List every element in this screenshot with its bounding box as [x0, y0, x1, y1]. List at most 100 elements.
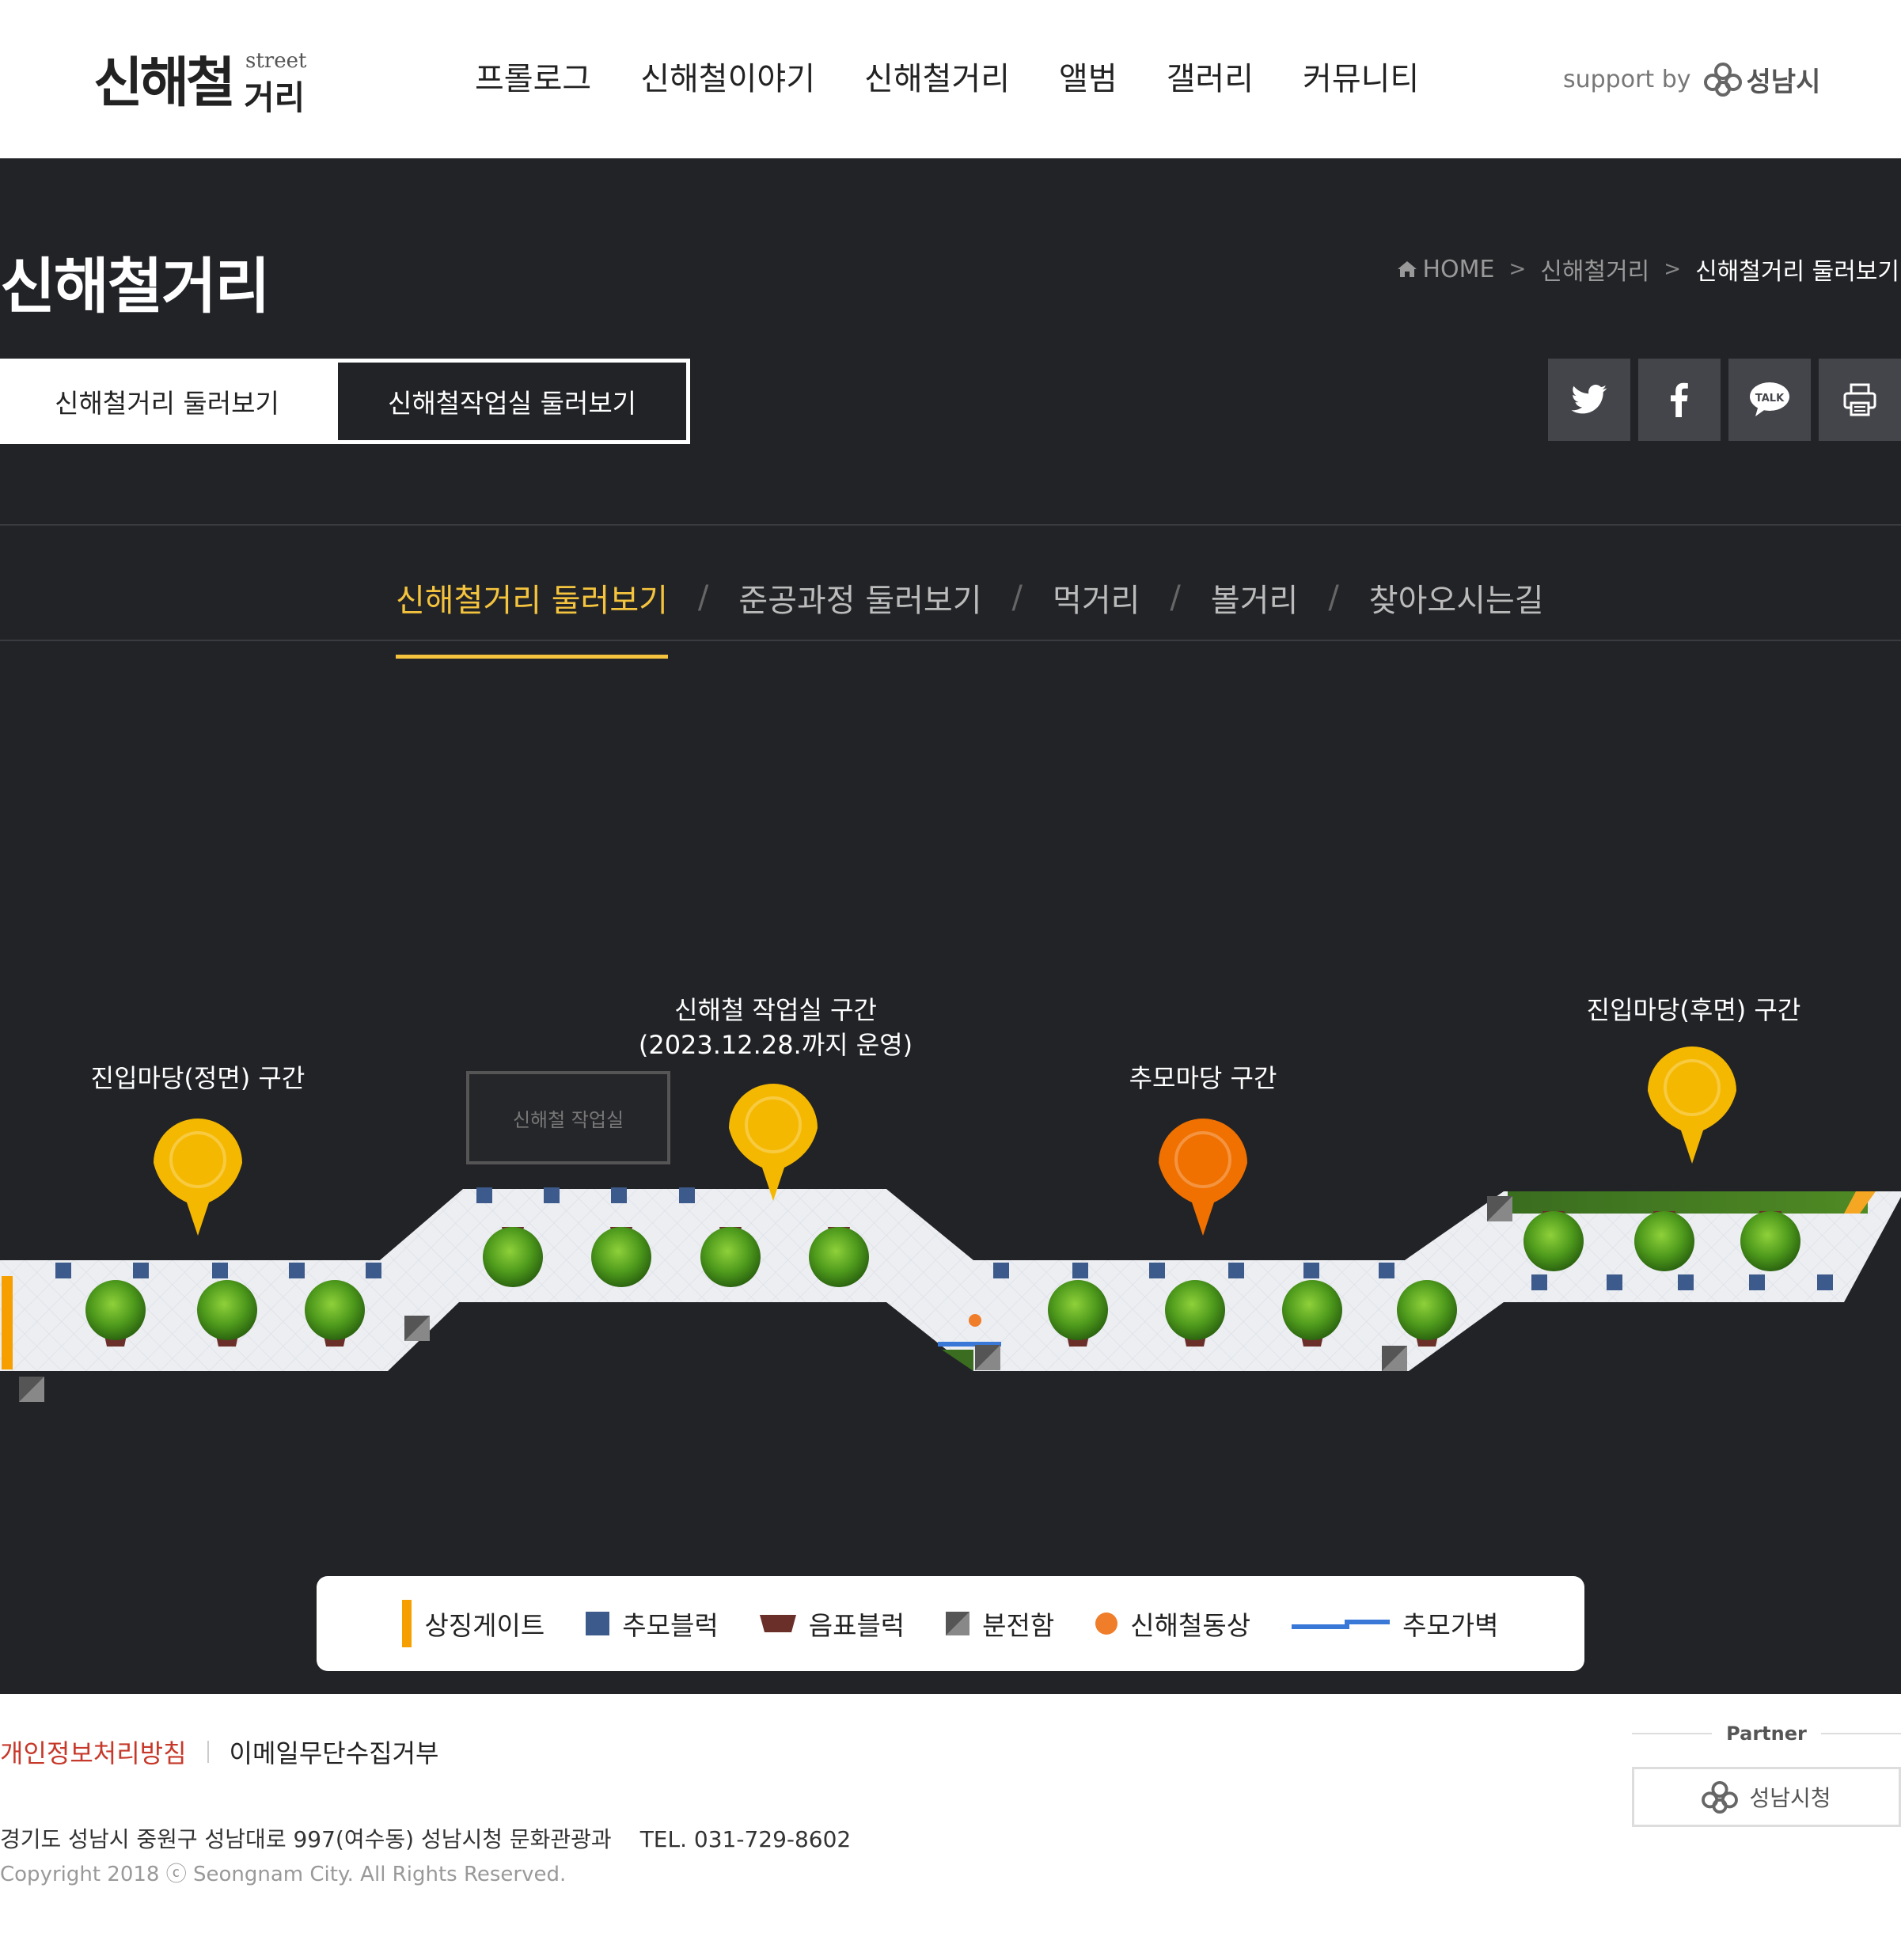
distribution-box-swatch-icon — [946, 1612, 970, 1635]
facebook-share-button[interactable] — [1638, 359, 1721, 441]
footer-link-divider — [207, 1741, 209, 1763]
tree-bush — [1397, 1280, 1457, 1340]
seongnam-emblem-icon — [1702, 1780, 1739, 1814]
memorial-block — [212, 1263, 228, 1278]
site-header: 신해철 street 거리 프롤로그 신해철이야기 신해철거리 앨범 갤러리 커… — [0, 0, 1901, 158]
subnav-separator: / — [697, 579, 709, 616]
main-content: 신해철거리 HOME > 신해철거리 > 신해철거리 둘러보기 신해철거리 둘러… — [0, 158, 1901, 1694]
statue-marker — [969, 1314, 981, 1327]
nav-item-story[interactable]: 신해철이야기 — [640, 47, 815, 111]
partner-rule — [1632, 1733, 1713, 1734]
legend-item: 음표블럭 — [759, 1605, 905, 1643]
support-label: support by — [1563, 65, 1691, 93]
memorial-block — [1817, 1274, 1833, 1290]
partner-name: 성남시청 — [1749, 1785, 1831, 1811]
tab-street-tour[interactable]: 신해철거리 둘러보기 — [0, 359, 334, 444]
breadcrumb: HOME > 신해철거리 > 신해철거리 둘러보기 — [1397, 252, 1899, 287]
twitter-share-button[interactable] — [1548, 359, 1630, 441]
footer-address: 경기도 성남시 중원구 성남대로 997(여수동) 성남시청 문화관광과 TEL.… — [0, 1822, 851, 1854]
breadcrumb-level1[interactable]: 신해철거리 — [1540, 252, 1649, 287]
logo-street-text: street — [245, 49, 307, 73]
tree-bush — [85, 1280, 146, 1340]
tree-bush — [1165, 1280, 1225, 1340]
legend-label: 추모블럭 — [622, 1610, 719, 1641]
tree-bush — [305, 1280, 365, 1340]
tree-bush — [1282, 1280, 1342, 1340]
nav-item-album[interactable]: 앨범 — [1059, 47, 1117, 111]
memorial-block — [1072, 1263, 1088, 1278]
subnav-separator: / — [1011, 579, 1023, 616]
main-nav: 프롤로그 신해철이야기 신해철거리 앨범 갤러리 커뮤니티 — [475, 47, 1468, 111]
subnav-item-directions[interactable]: 찾아오시는길 — [1369, 575, 1544, 621]
memorial-block — [1303, 1263, 1319, 1278]
subnav-item-street-tour[interactable]: 신해철거리 둘러보기 — [396, 575, 668, 659]
logo-geori-text: 거리 — [244, 78, 305, 117]
statue-swatch-icon — [1095, 1612, 1118, 1635]
subnav-item-food[interactable]: 먹거리 — [1053, 575, 1140, 621]
grass-strip — [1508, 1191, 1868, 1214]
home-icon — [1398, 261, 1417, 277]
twitter-icon — [1571, 385, 1607, 414]
memorial-block — [1607, 1274, 1622, 1290]
legend-label: 신해철동상 — [1130, 1610, 1251, 1641]
memorial-block — [1149, 1263, 1165, 1278]
chevron-right-icon: > — [1664, 257, 1682, 281]
memorial-block — [289, 1263, 305, 1278]
breadcrumb-home[interactable]: HOME — [1422, 256, 1494, 283]
memorial-block — [611, 1187, 627, 1203]
memorial-block — [476, 1187, 492, 1203]
workroom-box[interactable]: 신해철 작업실 — [466, 1071, 670, 1164]
page-title: 신해철거리 — [0, 251, 271, 321]
map-pin-center — [1174, 1131, 1231, 1188]
map-pin-center — [1664, 1059, 1721, 1116]
email-refusal-link[interactable]: 이메일무단수집거부 — [230, 1734, 439, 1770]
tree-bush — [1048, 1280, 1108, 1340]
nav-item-community[interactable]: 커뮤니티 — [1303, 47, 1419, 111]
seongnam-logo[interactable]: 성남시 — [1703, 60, 1820, 99]
memorial-block-swatch-icon — [586, 1612, 610, 1635]
print-button[interactable] — [1819, 359, 1901, 441]
legend-label: 음표블럭 — [808, 1610, 905, 1641]
partner-seongnam-link[interactable]: 성남시청 — [1632, 1767, 1901, 1827]
memorial-wall-swatch-icon — [1292, 1620, 1391, 1629]
logo-main-text: 신해철 — [93, 51, 236, 115]
subnav-item-construction[interactable]: 준공과정 둘러보기 — [738, 575, 981, 621]
nav-item-street[interactable]: 신해철거리 — [864, 47, 1010, 111]
subnav-item-attractions[interactable]: 볼거리 — [1211, 575, 1298, 621]
nav-item-gallery[interactable]: 갤러리 — [1167, 47, 1254, 111]
footer-links: 개인정보처리방침 이메일무단수집거부 — [0, 1734, 439, 1770]
memorial-block — [1749, 1274, 1765, 1290]
legend-label: 분전함 — [982, 1610, 1055, 1641]
facebook-icon — [1671, 382, 1688, 417]
zone-label-workroom-note: (2023.12.28.까지 운영) — [638, 1030, 913, 1060]
chevron-right-icon: > — [1508, 257, 1527, 281]
nav-item-prologue[interactable]: 프롤로그 — [475, 47, 591, 111]
memorial-wall-grass — [942, 1350, 973, 1371]
legend-item: 추모블럭 — [586, 1605, 719, 1643]
zone-label-memorial: 추모마당 구간 — [1129, 1063, 1277, 1093]
content-tabs: 신해철거리 둘러보기 신해철작업실 둘러보기 — [0, 359, 690, 444]
tab-workroom-tour[interactable]: 신해철작업실 둘러보기 — [334, 359, 690, 444]
memorial-block — [1228, 1263, 1244, 1278]
site-logo[interactable]: 신해철 street 거리 — [93, 47, 307, 119]
partner-heading: Partner — [1632, 1718, 1901, 1749]
zone-label-workroom: 신해철 작업실 구간 (2023.12.28.까지 운영) — [609, 993, 942, 1062]
symbol-gate — [2, 1276, 13, 1369]
legend-label: 추모가벽 — [1402, 1610, 1499, 1641]
street-map: 진입마당(정면) 구간 신해철 작업실 구간 (2023.12.28.까지 운영… — [0, 792, 1901, 1662]
copyright: Copyright 2018 ⓒ Seongnam City. All Righ… — [0, 1863, 567, 1886]
subnav-separator: / — [1170, 579, 1181, 616]
zone-label-workroom-title: 신해철 작업실 구간 — [674, 995, 877, 1025]
kakaotalk-icon: TALK — [1750, 382, 1789, 416]
memorial-block — [55, 1263, 71, 1278]
kakaotalk-share-button[interactable]: TALK — [1728, 359, 1811, 441]
site-footer: 개인정보처리방침 이메일무단수집거부 경기도 성남시 중원구 성남대로 997(… — [0, 1694, 1901, 1960]
memorial-block — [133, 1263, 149, 1278]
print-icon — [1843, 383, 1876, 416]
note-block-swatch-icon — [759, 1615, 796, 1632]
legend-item: 추모가벽 — [1292, 1605, 1499, 1643]
privacy-policy-link[interactable]: 개인정보처리방침 — [0, 1734, 187, 1770]
tree-bush — [700, 1227, 761, 1287]
memorial-block — [1379, 1263, 1394, 1278]
share-buttons: TALK — [1548, 359, 1901, 441]
